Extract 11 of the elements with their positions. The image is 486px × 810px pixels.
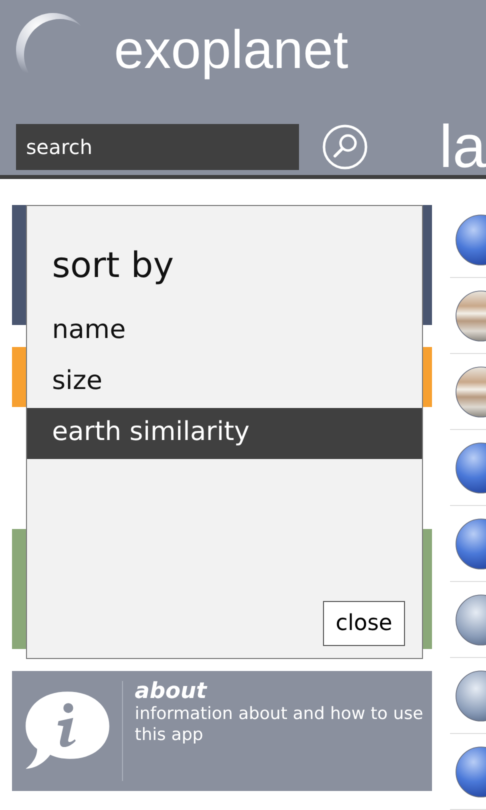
search-field[interactable]: search	[16, 124, 300, 170]
dialog-title: sort by	[52, 246, 175, 288]
app-title: exoplanet	[114, 19, 348, 81]
close-button[interactable]: close	[323, 601, 405, 646]
about-description: information about and how to use this app	[134, 704, 424, 746]
search-icon	[321, 123, 370, 171]
search-button[interactable]	[321, 123, 370, 171]
sort-option[interactable]: size	[27, 357, 422, 408]
about-title: about	[134, 679, 208, 704]
sort-option[interactable]: earth similarity	[27, 408, 422, 459]
sort-option[interactable]: name	[27, 306, 422, 357]
